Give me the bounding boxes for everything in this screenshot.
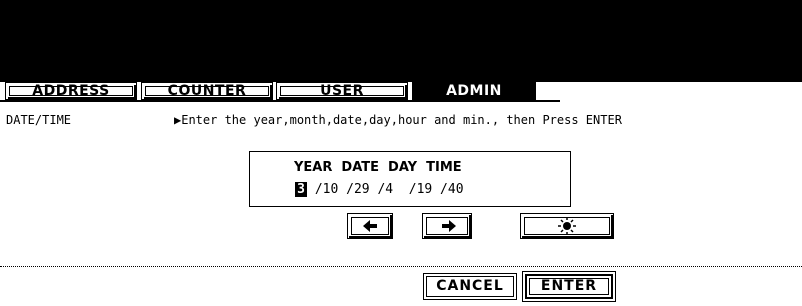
tab-underline — [0, 100, 560, 102]
instruction-text: ▶Enter the year,month,date,day,hour and … — [174, 113, 622, 127]
enter-button[interactable]: ENTER — [522, 271, 616, 302]
top-black-bar — [0, 0, 802, 82]
tab-admin[interactable]: ADMIN — [412, 82, 536, 100]
arrow-right-icon — [442, 220, 456, 232]
other-values[interactable]: /10 /29 /4 /19 /40 — [315, 182, 464, 197]
arrow-left-icon — [363, 220, 377, 232]
field-values: 3 /10 /29 /4 /19 /40 — [295, 182, 464, 197]
separator-line — [0, 266, 802, 267]
tab-counter-label: COUNTER — [167, 83, 247, 99]
brightness-button[interactable] — [520, 213, 614, 239]
left-arrow-button[interactable] — [347, 213, 393, 239]
tab-user[interactable]: USER — [276, 82, 408, 100]
tab-bar: ADDRESS COUNTER USER ADMIN — [0, 82, 802, 102]
tab-address[interactable]: ADDRESS — [5, 82, 137, 100]
cancel-button[interactable]: CANCEL — [423, 273, 517, 300]
section-label: DATE/TIME — [6, 113, 72, 127]
year-field[interactable]: 3 — [295, 182, 307, 197]
tab-address-label: ADDRESS — [32, 83, 110, 99]
field-headers: YEAR DATE DAY TIME — [294, 160, 462, 175]
datetime-panel: YEAR DATE DAY TIME 3 /10 /29 /4 /19 /40 — [249, 151, 571, 207]
right-arrow-button[interactable] — [422, 213, 472, 239]
brightness-icon — [558, 217, 576, 235]
tab-user-label: USER — [320, 83, 364, 99]
tab-counter[interactable]: COUNTER — [141, 82, 273, 100]
tab-admin-label: ADMIN — [446, 83, 502, 99]
